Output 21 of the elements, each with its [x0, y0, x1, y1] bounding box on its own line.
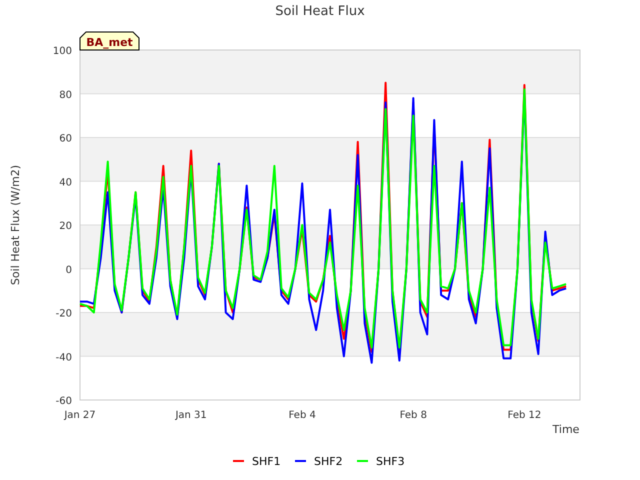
x-tick-label: Feb 8	[400, 410, 427, 421]
y-axis-title: Soil Heat Flux (W/m2)	[9, 164, 22, 286]
legend-label: SHF2	[314, 455, 343, 468]
x-tick-label: Jan 31	[175, 410, 207, 421]
chart-title: Soil Heat Flux	[275, 4, 365, 19]
y-tick-label: 20	[59, 221, 72, 232]
x-axis-title: Time	[552, 423, 580, 436]
x-tick-label: Feb 4	[288, 410, 316, 421]
site-tag: BA_met	[80, 32, 140, 50]
x-tick-label: Jan 27	[64, 410, 96, 421]
y-tick-label: 40	[59, 177, 72, 188]
y-tick-label: 80	[59, 90, 72, 101]
x-tick-label: Feb 12	[508, 410, 542, 421]
y-tick-label: 0	[66, 264, 72, 276]
legend-label: SHF1	[252, 455, 281, 468]
y-tick-label: -20	[56, 308, 72, 320]
y-tick-label: -60	[56, 396, 72, 407]
y-tick-label: 100	[52, 46, 72, 57]
y-tick-label: -40	[56, 352, 72, 364]
y-tick-label: 60	[59, 134, 72, 144]
legend-label: SHF3	[376, 455, 405, 468]
